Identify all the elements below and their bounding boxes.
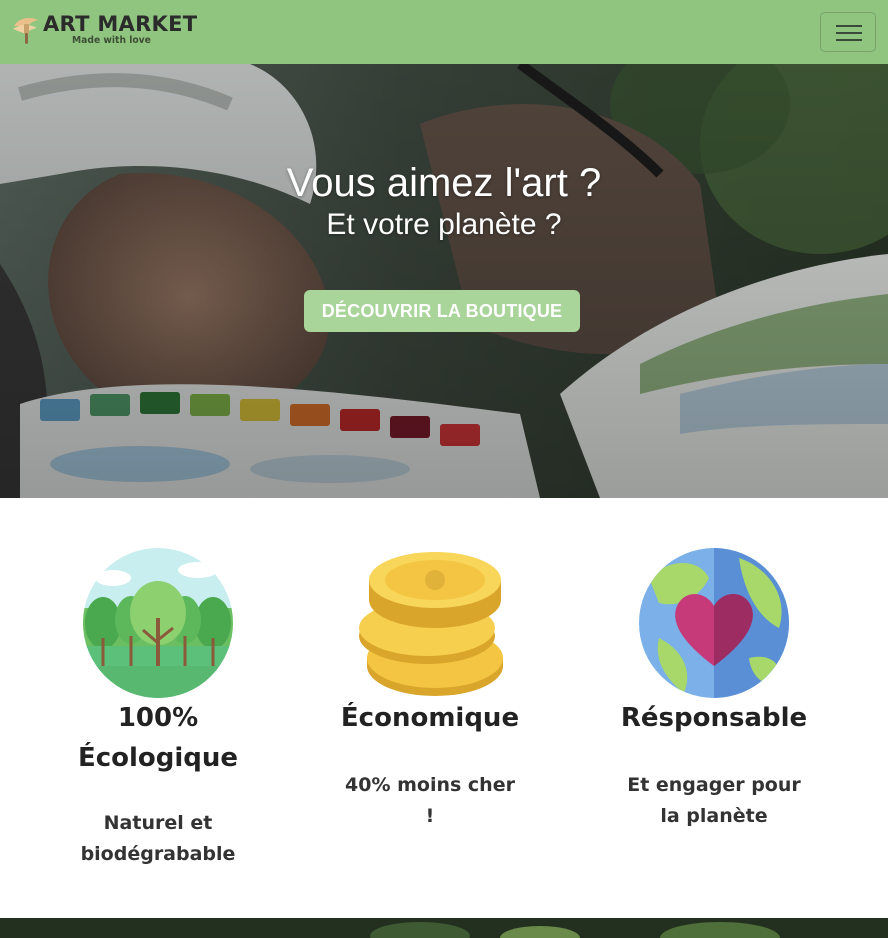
hero-subtitle: Et votre planète ? (326, 208, 562, 241)
feature-title: Économique (340, 703, 520, 733)
forest-icon (83, 548, 233, 698)
feature-title: 100% Écologique (77, 703, 239, 773)
gold-coins-icon (359, 552, 503, 696)
brand-logo-link[interactable]: ART MARKET Made with love (10, 10, 197, 50)
feature-title: Résponsable (620, 703, 808, 733)
feature-text: 40% moins cher ! (345, 774, 515, 827)
paintbrush-logo-icon (13, 18, 38, 44)
feature-text: Naturel et biodégrabable (80, 812, 236, 865)
hero-title: Vous aimez l'art ? (286, 161, 602, 205)
discover-shop-button[interactable]: DÉCOUVRIR LA BOUTIQUE (304, 290, 580, 332)
brand-tagline: Made with love (72, 35, 151, 46)
hamburger-menu-icon (836, 25, 862, 27)
feature-text: Et engager pour la planète (627, 774, 801, 827)
hero-background-image (0, 64, 888, 498)
hero-section: Vous aimez l'art ? Et votre planète ? DÉ… (0, 64, 888, 498)
features-section: 100% Écologique Naturel et biodégrabable… (0, 498, 888, 918)
feature-ecological: 100% Écologique Naturel et biodégrabable (43, 548, 273, 870)
feature-responsible: Résponsable Et engager pour la planète (599, 548, 829, 832)
navbar: ART MARKET Made with love (0, 0, 888, 64)
brand-title: ART MARKET (43, 12, 198, 36)
navbar-toggler-button[interactable] (820, 12, 876, 52)
earth-heart-icon (639, 548, 789, 698)
next-section-image (0, 918, 888, 938)
feature-economic: Économique 40% moins cher ! (315, 548, 545, 832)
